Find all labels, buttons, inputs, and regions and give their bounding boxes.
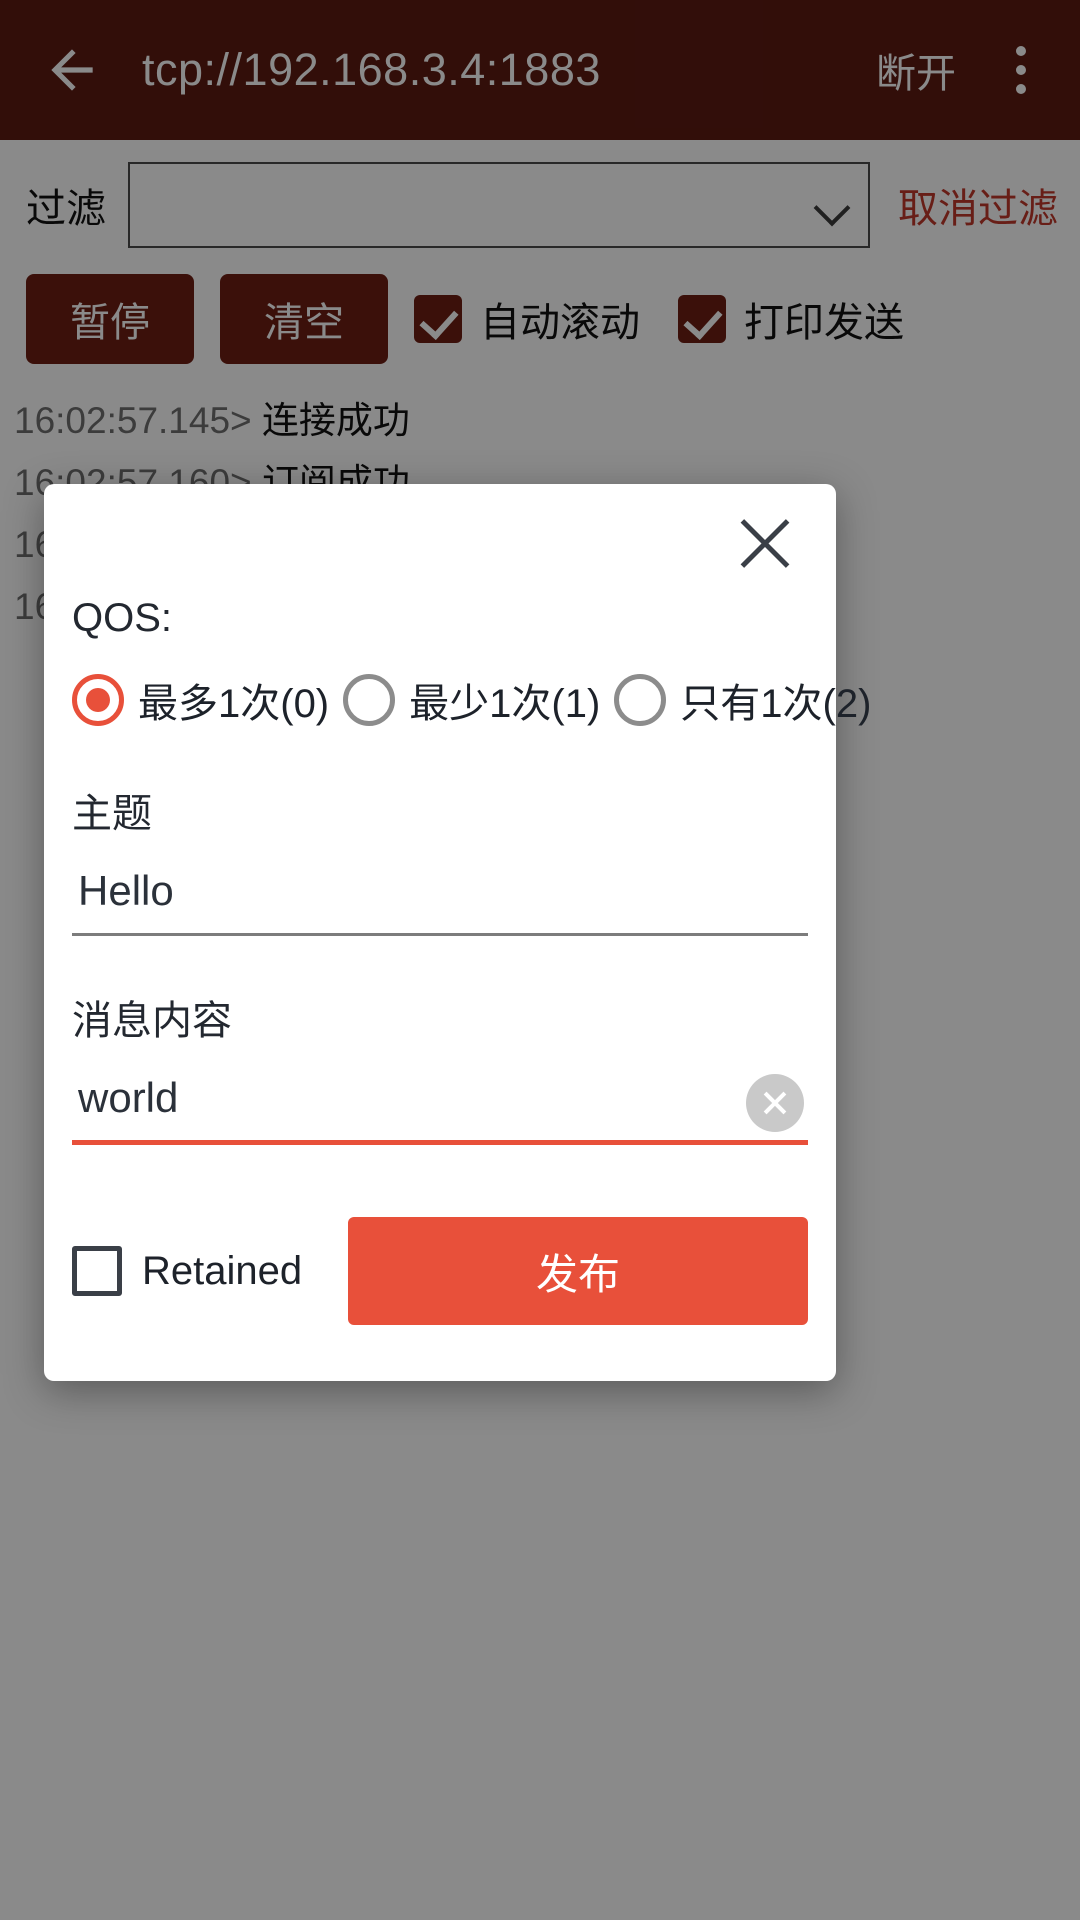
- qos-option-label: 最多1次(0): [138, 671, 329, 729]
- qos-label: QOS:: [72, 596, 808, 641]
- qos-option-1[interactable]: 最少1次(1): [343, 671, 600, 729]
- message-field[interactable]: world: [72, 1068, 808, 1145]
- topic-underline: [72, 933, 808, 936]
- publish-button[interactable]: 发布: [348, 1217, 808, 1325]
- qos-radio-group: 最多1次(0) 最少1次(1) 只有1次(2): [72, 671, 808, 729]
- message-underline: [72, 1140, 808, 1145]
- qos-option-2[interactable]: 只有1次(2): [614, 671, 871, 729]
- checkbox-unchecked-icon: [72, 1246, 122, 1296]
- dialog-header: [44, 484, 836, 596]
- retained-label: Retained: [142, 1249, 302, 1294]
- radio-unselected-icon: [343, 674, 395, 726]
- qos-option-0[interactable]: 最多1次(0): [72, 671, 329, 729]
- retained-checkbox[interactable]: Retained: [72, 1246, 302, 1296]
- radio-unselected-icon: [614, 674, 666, 726]
- clear-circle-icon[interactable]: [746, 1074, 804, 1132]
- message-label: 消息内容: [72, 988, 808, 1046]
- topic-label: 主题: [72, 781, 808, 839]
- radio-selected-icon: [72, 674, 124, 726]
- topic-field[interactable]: Hello: [72, 861, 808, 936]
- dialog-footer: Retained 发布: [44, 1197, 836, 1381]
- dialog-body: QOS: 最多1次(0) 最少1次(1) 只有1次(2) 主题 Hello 消息…: [44, 596, 836, 1145]
- publish-dialog: QOS: 最多1次(0) 最少1次(1) 只有1次(2) 主题 Hello 消息…: [44, 484, 836, 1381]
- topic-input[interactable]: Hello: [72, 861, 808, 933]
- qos-option-label: 最少1次(1): [409, 671, 600, 729]
- message-input[interactable]: world: [72, 1068, 808, 1140]
- close-icon[interactable]: [732, 510, 798, 576]
- qos-option-label: 只有1次(2): [680, 671, 871, 729]
